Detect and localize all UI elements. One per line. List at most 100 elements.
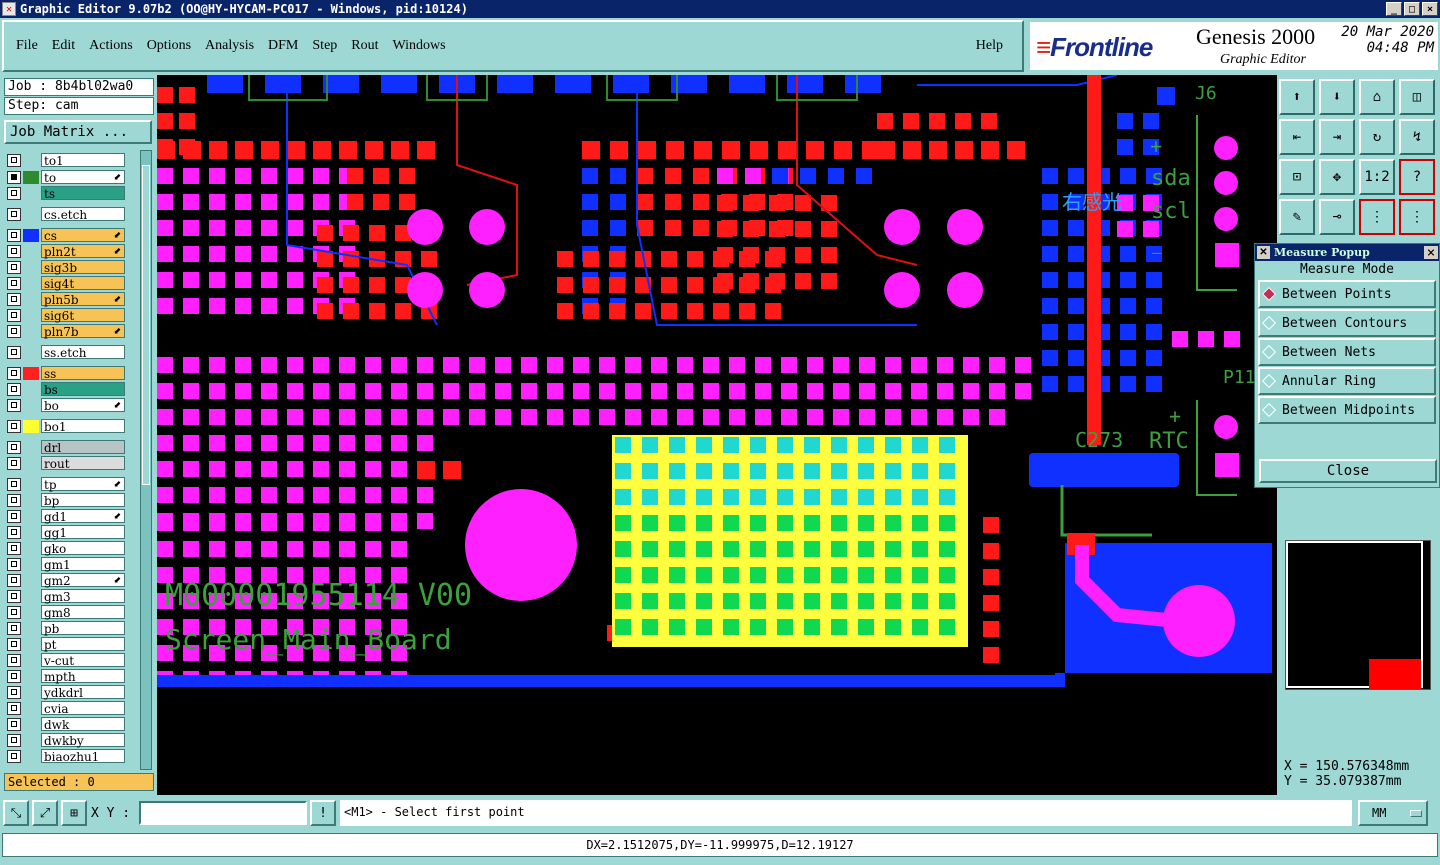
layer-name[interactable]: v-cut [41,653,125,668]
layer-color-swatch[interactable] [23,441,39,454]
layer-color-swatch[interactable] [23,277,39,290]
layer-color-swatch[interactable] [23,187,39,200]
layer-row-gm8[interactable]: gm8 [4,604,139,620]
layer-name[interactable]: bo ⬋ [41,398,125,413]
layer-row-ts[interactable]: ts [4,185,139,201]
popup-close-icon[interactable]: × [1424,246,1438,259]
menu-actions[interactable]: Actions [82,38,140,54]
layer-row-gg1[interactable]: gg1 [4,524,139,540]
units-select[interactable]: MM [1358,800,1428,826]
layer-color-swatch[interactable] [23,245,39,258]
layer-color-swatch[interactable] [23,494,39,507]
layer-color-swatch[interactable] [23,170,39,184]
menu-dfm[interactable]: DFM [261,38,305,54]
layer-row-bp[interactable]: bp [4,492,139,508]
layer-name[interactable]: pln5b ⬋ [41,292,125,307]
layer-row-v-cut[interactable]: v-cut [4,652,139,668]
grid-tool-icon[interactable]: ⊞ [61,800,87,826]
layer-checkbox[interactable] [7,653,21,667]
layer-color-swatch[interactable] [23,654,39,667]
layer-row-gko[interactable]: gko [4,540,139,556]
layer-checkbox[interactable] [7,398,21,412]
layer-checkbox[interactable] [7,244,21,258]
layer-row-biaozhu1[interactable]: biaozhu1 [4,748,139,764]
layer-row-pt[interactable]: pt [4,636,139,652]
layer-checkbox[interactable] [7,324,21,338]
layer-name[interactable]: rout [41,456,125,471]
layer-checkbox[interactable] [7,701,21,715]
layer-checkbox[interactable] [7,186,21,200]
job-matrix-button[interactable]: Job Matrix ... [4,120,152,144]
layer-color-swatch[interactable] [23,457,39,470]
layer-checkbox[interactable] [7,589,21,603]
layer-checkbox[interactable] [7,749,21,763]
option-between-contours[interactable]: Between Contours [1258,309,1436,337]
layer-row-cs-etch[interactable]: cs.etch [4,206,139,222]
layer-row-dwkby[interactable]: dwkby [4,732,139,748]
menu-options[interactable]: Options [140,38,198,54]
layer-name[interactable]: tp ⬋ [41,477,125,492]
menu-help[interactable]: Help [969,38,1010,54]
layer-checkbox[interactable] [7,382,21,396]
center-icon[interactable]: ✥ [1319,159,1355,195]
pcb-drawing[interactable]: M000001955114 V00 Screen_Main_Board J6 sda s… [157,75,1277,795]
option-annular-ring[interactable]: Annular Ring [1258,367,1436,395]
layer-color-swatch[interactable] [23,590,39,603]
layer-row-bo[interactable]: bo ⬋ [4,397,139,413]
layer-color-swatch[interactable] [23,261,39,274]
scrollbar-thumb[interactable] [142,165,150,485]
layer-row-dwk[interactable]: dwk [4,716,139,732]
net-icon[interactable]: ⊸ [1319,199,1355,235]
layer-color-swatch[interactable] [23,419,39,433]
layer-checkbox[interactable] [7,477,21,491]
menu-windows[interactable]: Windows [386,38,453,54]
layer-color-swatch[interactable] [23,606,39,619]
layers-icon[interactable]: ⋮ [1359,199,1395,235]
layer-row-pb[interactable]: pb [4,620,139,636]
layer-row-sig6t[interactable]: sig6t [4,307,139,323]
overview-minimap[interactable] [1285,540,1431,690]
home-icon[interactable]: ⌂ [1359,79,1395,115]
layer-checkbox[interactable] [7,541,21,555]
layer-name[interactable]: gg1 [41,525,125,540]
measure-icon[interactable]: ⋮ [1399,199,1435,235]
layer-row-to[interactable]: to ⬋ [4,169,139,185]
layer-name[interactable]: pt [41,637,125,652]
layer-color-swatch[interactable] [23,366,39,380]
layer-row-ydkdrl[interactable]: ydkdrl [4,684,139,700]
window-icon[interactable]: ◫ [1399,79,1435,115]
redraw-icon[interactable]: ↻ [1359,119,1395,155]
layer-color-swatch[interactable] [23,702,39,715]
xy-input[interactable] [139,801,307,825]
menu-analysis[interactable]: Analysis [198,38,261,54]
layer-color-swatch[interactable] [23,309,39,322]
layer-color-swatch[interactable] [23,325,39,338]
option-between-midpoints[interactable]: Between Midpoints [1258,396,1436,424]
layer-color-swatch[interactable] [23,574,39,587]
layer-checkbox[interactable] [7,605,21,619]
pan-right-icon[interactable]: ⇥ [1319,119,1355,155]
menu-edit[interactable]: Edit [45,38,82,54]
layer-checkbox[interactable] [7,509,21,523]
layer-row-cvia[interactable]: cvia [4,700,139,716]
layer-name[interactable]: to1 [41,153,125,168]
layer-checkbox[interactable] [7,525,21,539]
layer-checkbox[interactable] [7,440,21,454]
layer-row-rout[interactable]: rout [4,455,139,471]
layer-name[interactable]: pln7b ⬋ [41,324,125,339]
layer-color-swatch[interactable] [23,670,39,683]
layer-checkbox[interactable] [7,153,21,167]
menu-rout[interactable]: Rout [344,38,385,54]
option-between-nets[interactable]: Between Nets [1258,338,1436,366]
layer-name[interactable]: dwkby [41,733,125,748]
layer-color-swatch[interactable] [23,718,39,731]
layer-name[interactable]: ts [41,186,125,201]
layer-checkbox[interactable] [7,669,21,683]
layer-color-swatch[interactable] [23,510,39,523]
layer-name[interactable]: gm1 [41,557,125,572]
maximize-button[interactable]: □ [1404,2,1420,16]
measure-close-button[interactable]: Close [1259,459,1437,483]
option-between-points[interactable]: Between Points [1258,280,1436,308]
minimize-button[interactable]: _ [1386,2,1402,16]
snap-tool-icon[interactable]: ⤢ [32,800,58,826]
